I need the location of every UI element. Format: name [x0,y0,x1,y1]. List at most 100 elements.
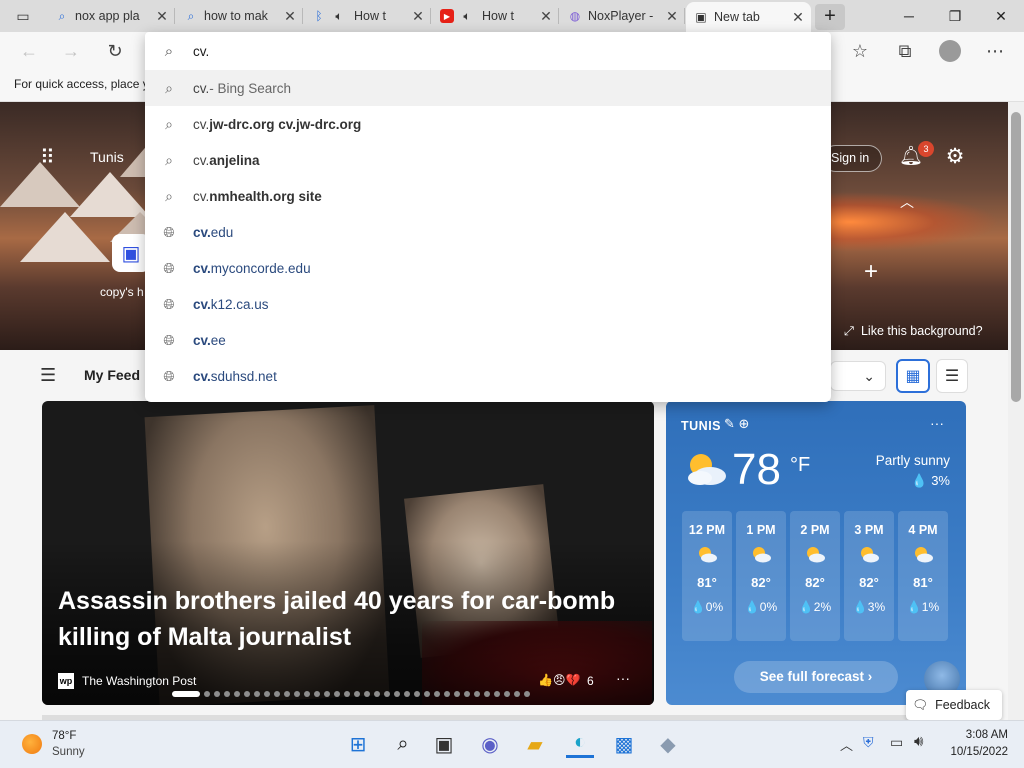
security-shield-icon[interactable]: ⛨ [863,734,874,751]
hour-forecast[interactable]: 4 PM 81° 💧1% [898,511,948,641]
tab-close-icon[interactable]: ✕ [409,8,427,25]
carousel-dot[interactable] [354,691,360,697]
audio-playing-icon[interactable]: 🔈︎ [460,9,474,23]
carousel-dot[interactable] [344,691,350,697]
carousel-dot[interactable] [264,691,270,697]
tab-2[interactable]: ᛒ 🔈︎ How t ✕ [304,2,431,30]
file-explorer-icon[interactable]: ▰ [521,730,549,758]
reactions-icons[interactable]: 👍😠💔 [538,673,580,687]
tab-actions-button[interactable]: ▭ [0,2,46,30]
tab-3[interactable]: ▶ 🔈︎ How t ✕ [432,2,559,30]
carousel-dot[interactable] [254,691,260,697]
carousel-dot[interactable] [284,691,290,697]
tab-4[interactable]: ◍ NoxPlayer - ✕ [560,2,685,30]
edge-icon[interactable]: ◐ [566,730,594,758]
windows-start-icon[interactable]: ⊞ [344,730,372,758]
carousel-dot[interactable] [434,691,440,697]
suggestion-item[interactable]: ⌕ cv. jw-drc.org cv.jw-drc.org [145,106,831,142]
my-feed-tab[interactable]: My Feed [84,367,140,383]
carousel-dot[interactable] [504,691,510,697]
carousel-dot[interactable] [172,691,200,697]
carousel-dot[interactable] [324,691,330,697]
like-background-link[interactable]: ⤢ Like this background? [844,324,983,339]
store-icon[interactable]: ▩ [610,730,638,758]
see-full-forecast-button[interactable]: See full forecast › [734,661,898,693]
back-button[interactable]: ← [14,36,44,66]
close-window-button[interactable]: ✕ [978,0,1024,32]
forward-button[interactable]: → [56,36,86,66]
noxplayer-taskbar-icon[interactable]: ◆ [654,730,682,758]
carousel-dots[interactable] [172,691,530,697]
carousel-dot[interactable] [414,691,420,697]
volume-icon[interactable]: 🔊︎ [914,733,923,750]
profile-button[interactable] [935,36,965,66]
carousel-dot[interactable] [524,691,530,697]
clock-date[interactable]: 10/15/2022 [940,746,1008,758]
weather-card[interactable]: TUNIS ✎ ⊕ ··· 78 °F Partly sunny 💧 3% 12… [666,401,966,705]
carousel-dot[interactable] [234,691,240,697]
carousel-dot[interactable] [394,691,400,697]
clock-time[interactable]: 3:08 AM [948,729,1008,741]
chat-icon[interactable]: ◉ [476,730,504,758]
carousel-dot[interactable] [484,691,490,697]
sign-in-button[interactable]: Sign in [822,145,882,172]
carousel-dot[interactable] [274,691,280,697]
carousel-dot[interactable] [224,691,230,697]
weather-more-button[interactable]: ··· [930,415,944,431]
news-source[interactable]: The Washington Post [82,674,196,688]
carousel-dot[interactable] [244,691,250,697]
taskbar-weather-sun-icon[interactable] [22,734,42,754]
audio-playing-icon[interactable]: 🔈︎ [332,9,346,23]
collapse-chevron-up-icon[interactable]: ︿ [900,192,914,212]
network-icon[interactable]: ▭ [890,734,903,751]
news-headline[interactable]: Assassin brothers jailed 40 years for ca… [58,583,618,655]
suggestion-item[interactable]: ⌕ cv. - Bing Search [145,70,831,106]
carousel-dot[interactable] [214,691,220,697]
address-bar[interactable]: ⌕ cv. [145,32,831,70]
globe-icon[interactable]: ⊕ [739,416,750,431]
add-quick-link-icon[interactable]: + [864,258,878,286]
favorites-button[interactable]: ☆ [845,36,875,66]
grid-view-button[interactable]: ▦ [896,359,930,393]
feed-menu-hamburger-icon[interactable]: ☰ [40,365,56,386]
carousel-dot[interactable] [454,691,460,697]
hour-forecast[interactable]: 3 PM 82° 💧3% [844,511,894,641]
maximize-button[interactable]: ❐ [932,0,978,32]
carousel-dot[interactable] [404,691,410,697]
tab-close-icon[interactable]: ✕ [663,8,681,25]
collections-button[interactable]: ⧉ [890,36,920,66]
top-story-card[interactable]: Assassin brothers jailed 40 years for ca… [42,401,654,705]
carousel-dot[interactable] [514,691,520,697]
hour-forecast[interactable]: 2 PM 82° 💧2% [790,511,840,641]
carousel-dot[interactable] [374,691,380,697]
tab-1[interactable]: ⌕ how to mak ✕ [176,2,303,30]
hour-forecast[interactable]: 12 PM 81° 💧0% [682,511,732,641]
taskbar-weather-temp[interactable]: 78°F [52,730,76,742]
carousel-dot[interactable] [334,691,340,697]
carousel-dot[interactable] [314,691,320,697]
tab-5[interactable]: ▣ New tab ✕ [686,2,811,32]
news-more-button[interactable]: ··· [616,670,630,686]
task-view-icon[interactable]: ▣ [430,730,458,758]
list-view-button[interactable]: ☰ [936,359,968,393]
minimize-button[interactable]: ─ [886,0,932,32]
suggestion-item[interactable]: 🌐︎ cv. edu [145,214,831,250]
carousel-dot[interactable] [204,691,210,697]
carousel-dot[interactable] [304,691,310,697]
new-tab-button[interactable]: + [815,4,845,30]
edit-location-icon[interactable]: ✎ [724,416,735,431]
suggestion-item[interactable]: 🌐︎ cv. myconcorde.edu [145,250,831,286]
tab-close-icon[interactable]: ✕ [153,8,171,25]
page-settings-gear-icon[interactable]: ⚙ [942,144,968,170]
hour-forecast[interactable]: 1 PM 82° 💧0% [736,511,786,641]
taskbar-search-icon[interactable]: ⌕ [389,730,417,758]
carousel-dot[interactable] [424,691,430,697]
carousel-dot[interactable] [474,691,480,697]
suggestion-item[interactable]: 🌐︎ cv. sduhsd.net [145,358,831,394]
show-hidden-icons-chevron-up-icon[interactable]: ︿ [840,735,853,754]
tab-close-icon[interactable]: ✕ [537,8,555,25]
refresh-button[interactable]: ↻ [100,36,130,66]
apps-launcher-icon[interactable]: ⠿ [40,146,64,170]
scrollbar-thumb[interactable] [1011,112,1021,402]
carousel-dot[interactable] [464,691,470,697]
